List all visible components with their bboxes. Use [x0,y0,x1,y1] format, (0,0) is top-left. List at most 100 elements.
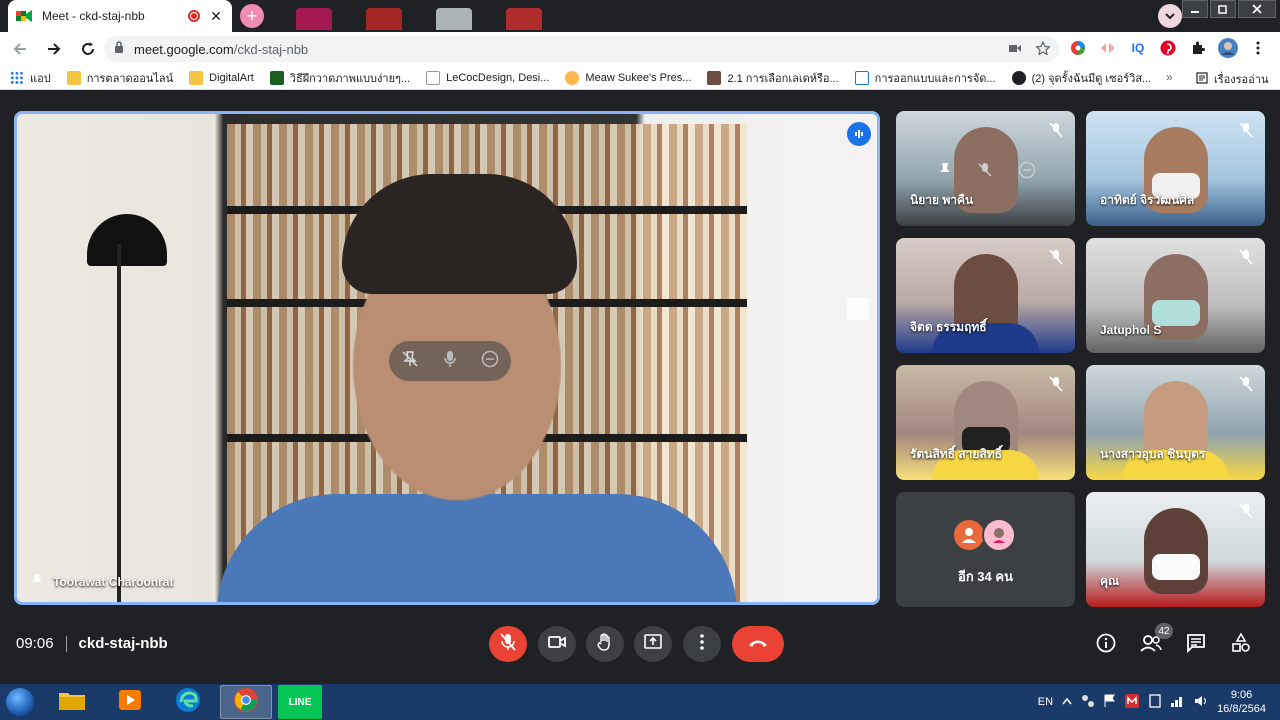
background-tab[interactable] [366,8,402,30]
bookmark-label: LeCocDesign, Desi... [446,71,550,84]
mic-off-icon[interactable] [977,162,993,183]
remove-icon[interactable] [1018,161,1036,184]
network-app-icon[interactable] [1081,694,1095,711]
taskbar-chrome[interactable] [220,685,272,719]
volume-icon[interactable] [1194,695,1208,710]
antivirus-icon[interactable] [1125,693,1140,711]
tab-search-icon[interactable] [1158,4,1182,28]
browser-tab-strip: Meet - ckd-staj-nbb ✕ + [0,0,1280,32]
more-vert-icon [700,633,704,655]
background-tab[interactable] [436,8,472,30]
bookmark-label: วิธีฝึกวาดภาพแบบง่ายๆ... [289,72,411,85]
windows-logo-icon [6,688,34,716]
bookmark-item[interactable]: LeCocDesign, Desi... [426,70,550,85]
microphone-toggle-button[interactable] [489,626,527,662]
participant-tile[interactable]: อาทิตย์ จิรวัฒนศิล [1086,111,1265,226]
action-center-flag-icon[interactable] [1104,694,1116,711]
bookmark-star-icon[interactable] [1035,40,1051,60]
background-tab[interactable] [506,8,542,30]
profile-avatar[interactable] [1218,38,1238,58]
reading-list-label: เรื่องรออ่าน [1214,74,1269,86]
participant-tile[interactable]: นิยาย พาคืน [896,111,1075,226]
lock-icon [114,40,124,58]
more-participants-tile[interactable]: อีก 34 คน [896,492,1075,607]
bookmarks-overflow-button[interactable]: » [1166,70,1173,84]
mic-icon[interactable] [443,350,457,373]
show-hidden-icons[interactable] [1062,696,1072,708]
speaker-name: Toorawat Charoonrat [53,574,174,589]
bookmark-item[interactable]: การออกแบบและการจัด... [854,69,996,87]
bookmark-item[interactable]: 2.1 การเลือกเลเดห์รือ... [707,69,839,87]
participant-tile[interactable]: นางสาวอุบล ชินบุตร [1086,365,1265,480]
present-screen-button[interactable] [634,626,672,662]
meeting-info: 09:06 ckd-staj-nbb [16,635,168,652]
network-signal-icon[interactable] [1171,695,1185,710]
bookmark-item[interactable]: DigitalArt [189,70,254,85]
bookmark-label: การตลาดออนไลน์ [86,72,174,85]
close-window-button[interactable] [1238,0,1276,18]
back-button[interactable] [6,35,34,63]
participant-tile[interactable]: จิตด ธรรมฤทธิ์ [896,238,1075,353]
taskbar-explorer[interactable] [46,685,98,719]
iq-extension-icon[interactable]: IQ [1128,38,1148,58]
speaking-indicator-icon [847,122,871,146]
bookmark-label: (2) จุดรั้งฉันมีดู เซอร์วิส... [1031,72,1152,85]
bookmark-apps[interactable]: แอป [10,69,51,87]
camera-permission-icon[interactable] [1008,41,1022,60]
tile-hover-controls [926,155,1048,189]
background-tab[interactable] [296,8,332,30]
restore-button[interactable] [1210,0,1236,18]
start-button[interactable] [0,684,40,720]
bookmark-item[interactable]: การตลาดออนไลน์ [66,69,174,87]
participant-tile[interactable]: Jatuphol S [1086,238,1265,353]
more-options-button[interactable] [683,626,721,662]
pin-icon[interactable] [938,162,952,183]
bookmark-item[interactable]: Meaw Sukee's Pres... [565,70,691,85]
minimize-button[interactable] [1182,0,1208,18]
tab-meet[interactable]: Meet - ckd-staj-nbb ✕ [8,0,232,32]
taskbar-line[interactable]: LINE [278,685,322,719]
avatar [982,518,1016,552]
pattern-icon[interactable] [1098,38,1118,58]
avatar [952,518,986,552]
url-host: meet.google.com [134,41,234,57]
speaker-hair [342,174,577,294]
address-bar[interactable]: meet.google.com/ckd-staj-nbb [104,36,1060,62]
color-wheel-icon[interactable] [1068,38,1088,58]
self-view-tile[interactable]: คุณ [1086,492,1265,607]
camera-toggle-button[interactable] [538,626,576,662]
bookmark-item[interactable]: (2) จุดรั้งฉันมีดู เซอร์วิส... [1011,69,1152,87]
bookmark-item[interactable]: วิธีฝึกวาดภาพแบบง่ายๆ... [269,69,411,87]
participant-tile[interactable]: รัตนสิทธิ์ สายสิทธิ์ [896,365,1075,480]
chat-button[interactable] [1184,633,1208,657]
activities-button[interactable] [1229,631,1253,657]
remove-icon[interactable] [481,350,499,373]
taskbar-media-player[interactable] [104,685,156,719]
device-icon[interactable] [1148,693,1162,711]
site-icon [269,70,284,85]
side-panel-tab[interactable] [847,298,869,320]
reload-button[interactable] [74,35,102,63]
taskbar-edge[interactable] [162,685,214,719]
pin-off-icon[interactable] [401,350,419,373]
window-controls [1180,0,1276,18]
forward-button[interactable] [40,35,68,63]
raise-hand-button[interactable] [586,626,624,662]
pinterest-icon[interactable] [1158,38,1178,58]
puzzle-icon[interactable] [1188,38,1208,58]
raise-hand-icon [597,632,613,656]
leave-call-button[interactable] [732,626,784,662]
new-tab-button[interactable]: + [240,4,264,28]
clock-date: 16/8/2564 [1217,703,1266,715]
people-button[interactable]: 42 [1139,623,1173,657]
tab-close-button[interactable]: ✕ [208,8,224,25]
reading-list-button[interactable]: เรื่องรออ่าน [1196,70,1268,88]
meeting-time: 09:06 [16,635,54,652]
system-clock[interactable]: 9:06 16/8/2564 [1217,688,1266,716]
browser-menu-icon[interactable] [1248,38,1268,58]
main-speaker-tile[interactable]: Toorawat Charoonrat [14,111,880,605]
divider [65,635,67,652]
mic-off-icon [1235,500,1257,522]
meeting-details-button[interactable] [1094,633,1118,657]
language-indicator[interactable]: EN [1038,696,1053,708]
